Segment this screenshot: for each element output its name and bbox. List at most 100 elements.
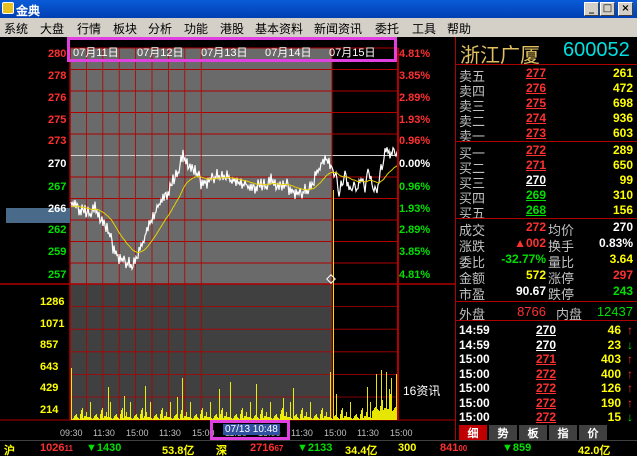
percent-axis-label: 4.81% — [399, 48, 431, 60]
volume-bar — [114, 416, 115, 420]
volume-bar — [83, 418, 84, 420]
volume-bar — [139, 419, 140, 420]
buy-level-row: 买五 268 156 — [459, 203, 633, 221]
menu-analysis[interactable]: 分析 — [148, 20, 172, 37]
time-axis-label: 15:00 — [390, 428, 413, 438]
volume-bar — [322, 408, 323, 420]
volume-bar — [147, 417, 148, 420]
volume-bar — [108, 387, 109, 420]
volume-bar — [169, 417, 170, 420]
tab-trend[interactable]: 势 — [489, 425, 517, 440]
volume-bar — [300, 414, 301, 420]
volume-bar — [390, 394, 391, 420]
sell-level-row: 卖一 273 603 — [459, 126, 633, 144]
volume-bar — [127, 417, 128, 420]
volume-bar — [380, 406, 381, 420]
volume-bar — [324, 416, 325, 420]
menu-market[interactable]: 大盘 — [40, 20, 64, 37]
volume-bar — [381, 370, 382, 420]
menu-news[interactable]: 新闻资讯 — [314, 20, 362, 37]
volume-axis-label: 857 — [40, 339, 59, 351]
time-axis-label: 11:30 — [357, 428, 379, 438]
volume-axis-label: 214 — [40, 403, 59, 416]
volume-bar — [161, 410, 162, 420]
volume-bar — [355, 415, 356, 420]
tab-detail[interactable]: 细 — [459, 425, 487, 440]
volume-bar — [329, 417, 330, 420]
volume-bar — [256, 384, 257, 420]
date-tab[interactable]: 07月14日 — [265, 44, 311, 60]
volume-bar — [352, 419, 353, 420]
volume-bar — [344, 416, 345, 420]
volume-bar — [82, 408, 83, 420]
date-tab[interactable]: 07月13日 — [201, 44, 247, 60]
buy-level-row: 买四 269 310 — [459, 188, 633, 206]
volume-bar — [151, 418, 152, 420]
volume-bar — [129, 417, 130, 420]
volume-bar — [195, 415, 196, 420]
volume-bar — [122, 408, 123, 420]
volume-bar — [178, 418, 179, 420]
volume-bar — [281, 410, 282, 420]
volume-bar — [168, 417, 169, 420]
menu-fundamentals[interactable]: 基本资料 — [255, 20, 303, 37]
tab-sector[interactable]: 板 — [519, 425, 547, 440]
intraday-chart[interactable]: 280 278 276 275 273 270 267 266 262 259 257 4.81% 3… — [0, 37, 455, 440]
date-tab[interactable]: 07月11日 — [73, 44, 119, 60]
minimize-button[interactable]: _ — [584, 2, 599, 16]
volume-bar — [361, 410, 362, 420]
volume-bar — [304, 416, 305, 420]
menu-sectors[interactable]: 板块 — [113, 20, 137, 37]
tab-index[interactable]: 指 — [549, 425, 577, 440]
volume-bar — [362, 408, 363, 420]
buy-level-row: 买二 271 650 — [459, 158, 633, 176]
menu-help[interactable]: 帮助 — [447, 20, 471, 37]
menu-quotes[interactable]: 行情 — [77, 20, 101, 37]
volume-bar — [140, 414, 141, 420]
menu-hk-stocks[interactable]: 港股 — [220, 20, 244, 37]
volume-bar — [330, 372, 331, 420]
volume-bar — [111, 418, 112, 420]
volume-bar — [250, 402, 251, 420]
volume-bar — [130, 402, 131, 420]
volume-bar — [313, 418, 314, 420]
volume-bar — [81, 410, 82, 420]
percent-axis-label: 3.85% — [399, 246, 431, 258]
stat-row: 成交 272 均价 270 — [459, 220, 633, 238]
menu-orders[interactable]: 委托 — [375, 20, 399, 37]
volume-bar — [89, 417, 90, 420]
date-tab[interactable]: 07月12日 — [137, 44, 183, 60]
volume-bar — [158, 418, 159, 420]
volume-bar — [385, 408, 386, 420]
stat-row: 市盈 90.67 跌停 243 — [459, 284, 633, 302]
panel-tabs: 细 势 板 指 价 — [455, 424, 637, 440]
volume-bar — [378, 410, 379, 420]
volume-bar — [189, 417, 190, 420]
menu-system[interactable]: 系统 — [4, 20, 28, 37]
volume-bar — [182, 378, 183, 420]
menu-tools[interactable]: 工具 — [412, 20, 436, 37]
close-button[interactable]: × — [618, 2, 633, 16]
menu-functions[interactable]: 功能 — [184, 20, 208, 37]
tick-row: 15:00 272 400 ↑ — [459, 366, 633, 381]
volume-bar — [103, 418, 104, 420]
volume-bar — [310, 402, 311, 420]
volume-bar — [143, 418, 144, 420]
maximize-button[interactable]: □ — [600, 2, 615, 16]
date-tab[interactable]: 07月15日 — [329, 44, 375, 60]
tab-price[interactable]: 价 — [579, 425, 607, 440]
volume-bar — [270, 402, 271, 420]
volume-bar — [230, 382, 231, 420]
volume-bar — [208, 417, 209, 420]
news-link[interactable]: 16资讯 — [403, 382, 440, 399]
volume-bar — [203, 418, 204, 420]
volume-bar — [325, 416, 326, 420]
volume-bar — [338, 418, 339, 420]
volume-bar — [193, 418, 194, 420]
percent-axis-label: 2.89% — [399, 224, 431, 236]
volume-bar — [201, 410, 202, 420]
title-bar: 金典 _ □ × — [0, 0, 637, 18]
volume-bar — [353, 418, 354, 420]
volume-bar — [205, 416, 206, 420]
volume-bar — [131, 418, 132, 420]
